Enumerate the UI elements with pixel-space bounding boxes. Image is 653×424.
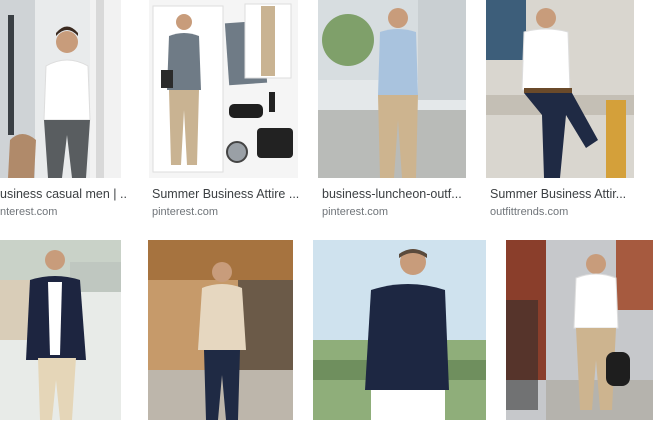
image-result-1[interactable] [0, 0, 121, 178]
image-result-source[interactable]: pinterest.com [152, 205, 302, 219]
image-thumbnail[interactable] [313, 240, 486, 420]
image-thumbnail[interactable] [318, 0, 466, 178]
image-thumbnail[interactable] [506, 240, 653, 420]
image-result-title[interactable]: Summer Business Attire ... [152, 187, 302, 201]
image-result-5[interactable] [0, 240, 121, 420]
image-result-3[interactable] [318, 0, 466, 178]
image-result-source[interactable]: nterest.com [0, 205, 126, 219]
image-result-4[interactable] [486, 0, 634, 178]
image-result-8[interactable] [506, 240, 653, 420]
image-thumbnail[interactable] [149, 0, 298, 178]
image-thumbnail[interactable] [0, 240, 121, 420]
image-result-title[interactable]: business-luncheon-outf... [322, 187, 470, 201]
image-result-7[interactable] [313, 240, 486, 420]
image-thumbnail[interactable] [0, 0, 121, 178]
image-result-source[interactable]: outfittrends.com [490, 205, 640, 219]
image-result-title[interactable]: Summer Business Attir... [490, 187, 640, 201]
image-result-source[interactable]: pinterest.com [322, 205, 470, 219]
image-result-title[interactable]: usiness casual men | ... [0, 187, 126, 201]
image-thumbnail[interactable] [486, 0, 634, 178]
image-thumbnail[interactable] [148, 240, 293, 420]
image-result-2[interactable] [149, 0, 298, 178]
image-result-6[interactable] [148, 240, 293, 420]
